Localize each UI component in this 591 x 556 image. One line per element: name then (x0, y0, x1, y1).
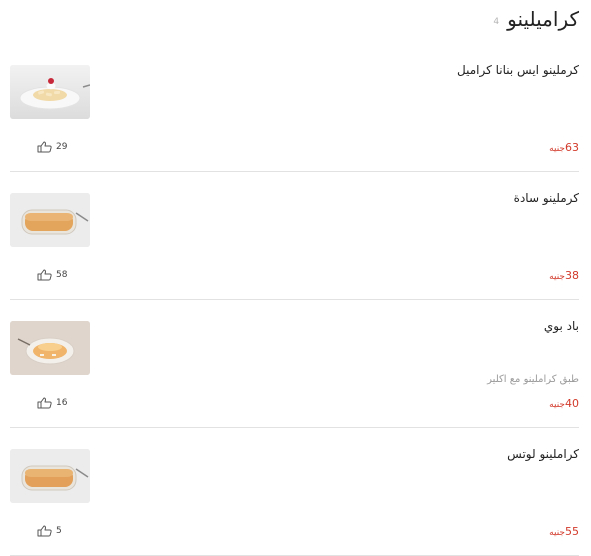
likes[interactable]: 58 (37, 269, 67, 281)
price-currency: جنيه (549, 144, 565, 154)
section-count: 4 (493, 17, 500, 27)
menu-item[interactable]: كراملينو لوتس 55جنيه 5 (10, 428, 579, 556)
dessert-photo-lotus-icon (10, 449, 90, 503)
likes-count: 5 (56, 526, 62, 536)
thumbs-up-icon (37, 397, 52, 409)
price-value: 40 (565, 397, 579, 410)
section-title: كراميلينو (507, 7, 579, 31)
item-description: طبق كراملينو مع اكلير (487, 374, 579, 385)
likes[interactable]: 29 (37, 141, 67, 153)
price-value: 55 (565, 525, 579, 538)
price-currency: جنيه (549, 272, 565, 282)
price-currency: جنيه (549, 400, 565, 410)
likes[interactable]: 16 (37, 397, 67, 409)
item-image[interactable] (10, 321, 90, 375)
section-header: كراميلينو 4 (493, 4, 579, 34)
likes-count: 16 (56, 398, 68, 408)
item-image[interactable] (10, 193, 90, 247)
menu-item[interactable]: باد بوي طبق كراملينو مع اكلير 40جنيه 16 (10, 300, 579, 428)
price-value: 63 (565, 141, 579, 154)
price-value: 38 (565, 269, 579, 282)
thumbs-up-icon (37, 525, 52, 537)
item-image[interactable] (10, 449, 90, 503)
menu-item[interactable]: كرملينو ايس بنانا كراميل 63جنيه 29 (10, 44, 579, 172)
dessert-photo-plain-icon (10, 193, 90, 247)
item-name[interactable]: كراملينو لوتس (507, 447, 579, 461)
item-name[interactable]: كرملينو ايس بنانا كراميل (457, 63, 579, 77)
likes-count: 29 (56, 142, 68, 152)
likes[interactable]: 5 (37, 525, 62, 537)
item-name[interactable]: باد بوي (544, 319, 579, 333)
thumbs-up-icon (37, 269, 52, 281)
item-price: 55جنيه (549, 525, 579, 538)
item-price: 40جنيه (549, 397, 579, 410)
menu-items-list: كرملينو ايس بنانا كراميل 63جنيه 29 كرملي… (10, 44, 579, 556)
thumbs-up-icon (37, 141, 52, 153)
price-currency: جنيه (549, 528, 565, 538)
item-price: 38جنيه (549, 269, 579, 282)
likes-count: 58 (56, 270, 68, 280)
dessert-photo-banana-icon (10, 65, 90, 119)
item-name[interactable]: كرملينو سادة (514, 191, 579, 205)
item-image[interactable] (10, 65, 90, 119)
item-price: 63جنيه (549, 141, 579, 154)
dessert-photo-eclair-icon (10, 321, 90, 375)
menu-item[interactable]: كرملينو سادة 38جنيه 58 (10, 172, 579, 300)
